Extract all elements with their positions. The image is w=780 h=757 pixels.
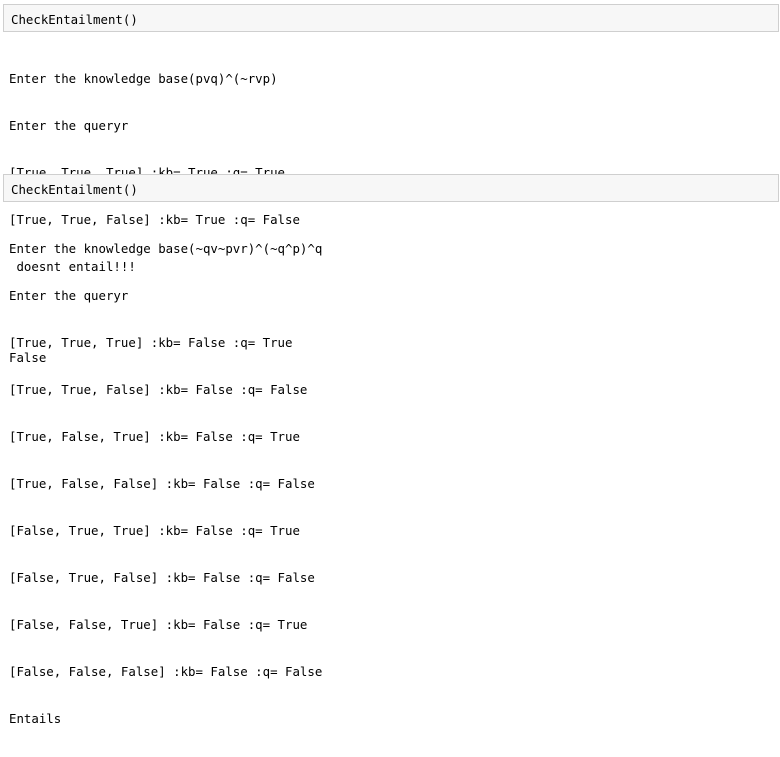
code-input-text[interactable]: CheckEntailment() (11, 11, 138, 28)
output-line: [True, False, True] :kb= False :q= True (9, 429, 300, 444)
output-line: Enter the knowledge base(~qv~pvr)^(~q^p)… (9, 241, 323, 256)
output-line: Enter the knowledge base(pvq)^(~rvp) (9, 71, 278, 86)
output-line: [False, True, True] :kb= False :q= True (9, 523, 300, 538)
output-line: [False, False, True] :kb= False :q= True (9, 617, 308, 632)
output-line: Enter the queryr (9, 118, 129, 133)
code-input-text[interactable]: CheckEntailment() (11, 181, 138, 198)
output-line: [True, True, True] :kb= False :q= True (9, 335, 293, 350)
code-input-cell-1[interactable]: CheckEntailment() (3, 4, 779, 32)
output-line: [True, True, False] :kb= False :q= False (9, 382, 308, 397)
output-line: [False, True, False] :kb= False :q= Fals… (9, 570, 315, 585)
cell-output-2: Enter the knowledge base(~qv~pvr)^(~q^p)… (9, 210, 322, 757)
output-line: [True, False, False] :kb= False :q= Fals… (9, 476, 315, 491)
output-line: Enter the queryr (9, 288, 129, 303)
output-line: [False, False, False] :kb= False :q= Fal… (9, 664, 323, 679)
output-line: Entails (9, 711, 62, 726)
code-input-cell-2[interactable]: CheckEntailment() (3, 174, 779, 202)
